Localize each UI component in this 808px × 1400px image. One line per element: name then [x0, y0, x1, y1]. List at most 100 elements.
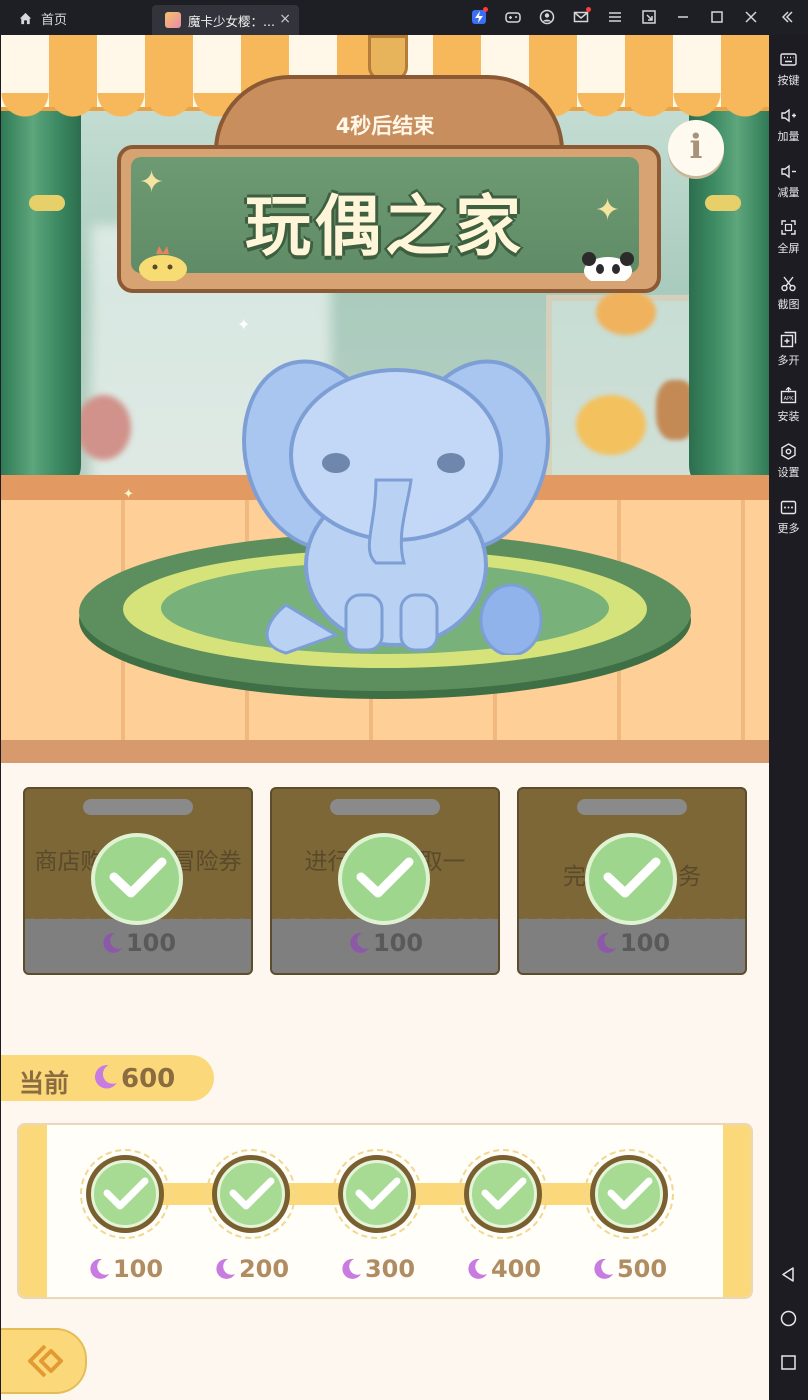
sidebar-item-label: 多开 — [777, 354, 800, 367]
moon-currency-icon — [594, 1258, 613, 1279]
back-triangle-icon[interactable] — [780, 1266, 797, 1283]
collapse-sidebar-icon[interactable] — [779, 9, 795, 25]
game-viewport: 4秒后结束 玩偶之家 ✦ ✦ ✦ ✦ i 商店购买高级冒险券 100 进行签到领… — [1, 35, 769, 1400]
sidebar-item-volume-up[interactable]: 加量 — [769, 107, 808, 144]
menu-icon[interactable] — [607, 9, 623, 25]
maximize-icon[interactable] — [709, 9, 725, 25]
sidebar-item-label: 截图 — [777, 298, 800, 311]
completed-check-icon — [469, 1160, 537, 1228]
sidebar-item-screenshot[interactable]: 截图 — [769, 275, 808, 312]
sidebar-item-multi-instance[interactable]: 多开 — [769, 331, 808, 368]
milestone-value: 300 — [364, 1255, 416, 1283]
countdown-text: 4秒后结束 — [335, 114, 435, 138]
milestone-value: 100 — [112, 1255, 164, 1283]
milestone-reward[interactable] — [206, 1149, 296, 1239]
app-tab-title: 魔卡少女樱：... — [188, 13, 275, 29]
gamepad-icon[interactable] — [505, 9, 521, 25]
event-title: 玩偶之家 — [245, 188, 525, 265]
task-reward: 100 — [519, 929, 745, 957]
background-toy — [596, 290, 656, 335]
sidebar-item-label: 加量 — [777, 130, 800, 143]
current-points: 600 — [91, 1063, 175, 1094]
sidebar-item-volume-down[interactable]: 减量 — [769, 163, 808, 200]
pin-window-icon[interactable] — [641, 9, 657, 25]
task-tag — [330, 799, 440, 815]
task-reward: 100 — [272, 929, 498, 957]
completed-check-icon — [585, 833, 677, 925]
task-reward-value: 100 — [619, 929, 671, 957]
moon-currency-icon — [216, 1258, 235, 1279]
sidebar-item-keymap[interactable]: 按键 — [769, 51, 808, 88]
home-icon — [19, 12, 32, 25]
completed-check-icon — [595, 1160, 663, 1228]
mail-notification-dot — [586, 7, 591, 12]
keyboard-icon — [780, 53, 797, 66]
milestone-label: 100 — [70, 1255, 180, 1283]
task-reward-value: 100 — [125, 929, 177, 957]
milestone-label: 300 — [322, 1255, 432, 1283]
more-icon — [780, 500, 797, 515]
task-card[interactable]: 进行签到领取一 100 — [270, 787, 500, 975]
task-card[interactable]: 商店购买高级冒险券 100 — [23, 787, 253, 975]
task-reward-value: 100 — [372, 929, 424, 957]
minimize-icon[interactable] — [675, 9, 691, 25]
completed-check-icon — [91, 833, 183, 925]
task-card[interactable]: 完成所有任务 100 — [517, 787, 747, 975]
completed-check-icon — [217, 1160, 285, 1228]
track-cap-left — [19, 1125, 47, 1297]
task-tag — [83, 799, 193, 815]
sparkle-icon: ✦ — [139, 165, 165, 200]
sidebar-item-settings[interactable]: 设置 — [769, 443, 808, 480]
sidebar-item-fullscreen[interactable]: 全屏 — [769, 219, 808, 256]
back-button[interactable] — [1, 1328, 87, 1394]
user-account-icon[interactable] — [539, 9, 555, 25]
recent-apps-icon[interactable] — [780, 1354, 797, 1371]
moon-currency-icon — [90, 1258, 109, 1279]
back-arrow-icon — [28, 1344, 63, 1378]
milestone-value: 400 — [490, 1255, 542, 1283]
home-tab[interactable]: 首页 — [18, 9, 67, 28]
sidebar-item-label: 更多 — [777, 522, 800, 535]
panda-icon — [582, 252, 634, 281]
home-circle-icon[interactable] — [780, 1310, 797, 1327]
sparkle-icon: ✦ — [123, 487, 134, 502]
milestone-track: 100 200 300 400 500 — [17, 1123, 753, 1299]
floor-bottom-edge — [1, 740, 769, 763]
background-toy — [76, 395, 131, 460]
info-button[interactable]: i — [668, 120, 724, 176]
milestone-value: 200 — [238, 1255, 290, 1283]
completed-check-icon — [338, 833, 430, 925]
milestone-label: 500 — [574, 1255, 684, 1283]
milestone-label: 200 — [196, 1255, 306, 1283]
emulator-sidebar: 按键 加量 减量 全屏 截图 多开 APK 安装 设置 更多 — [769, 35, 808, 1400]
moon-currency-icon — [342, 1258, 361, 1279]
doll-house-scene: 4秒后结束 玩偶之家 ✦ ✦ ✦ ✦ i — [1, 35, 769, 763]
completed-check-icon — [91, 1160, 159, 1228]
curtain-left — [1, 65, 81, 495]
milestone-reward[interactable] — [332, 1149, 422, 1239]
milestone-value: 500 — [616, 1255, 668, 1283]
close-window-icon[interactable] — [743, 9, 759, 25]
current-points-value: 600 — [121, 1064, 176, 1094]
task-reward: 100 — [25, 929, 251, 957]
notification-dot — [483, 7, 488, 12]
mail-icon[interactable] — [573, 7, 591, 25]
milestone-reward[interactable] — [584, 1149, 674, 1239]
sidebar-item-label: 安装 — [777, 410, 800, 423]
home-label: 首页 — [41, 13, 68, 28]
milestone-reward[interactable] — [80, 1149, 170, 1239]
milestone-reward[interactable] — [458, 1149, 548, 1239]
app-tab[interactable]: 魔卡少女樱：... × — [152, 5, 299, 35]
moon-currency-icon — [350, 932, 369, 953]
info-icon: i — [689, 127, 703, 167]
sidebar-item-label: 全屏 — [777, 242, 800, 255]
elephant-plush[interactable] — [226, 335, 556, 655]
accelerator-icon[interactable] — [471, 7, 488, 25]
scissors-icon — [781, 276, 796, 292]
app-tab-icon — [165, 12, 181, 28]
background-toy — [576, 395, 646, 455]
current-label: 当前 — [19, 1069, 70, 1098]
sidebar-item-more[interactable]: 更多 — [769, 499, 808, 536]
sidebar-item-install-apk[interactable]: APK 安装 — [769, 387, 808, 424]
tab-close-icon[interactable]: × — [279, 11, 291, 27]
